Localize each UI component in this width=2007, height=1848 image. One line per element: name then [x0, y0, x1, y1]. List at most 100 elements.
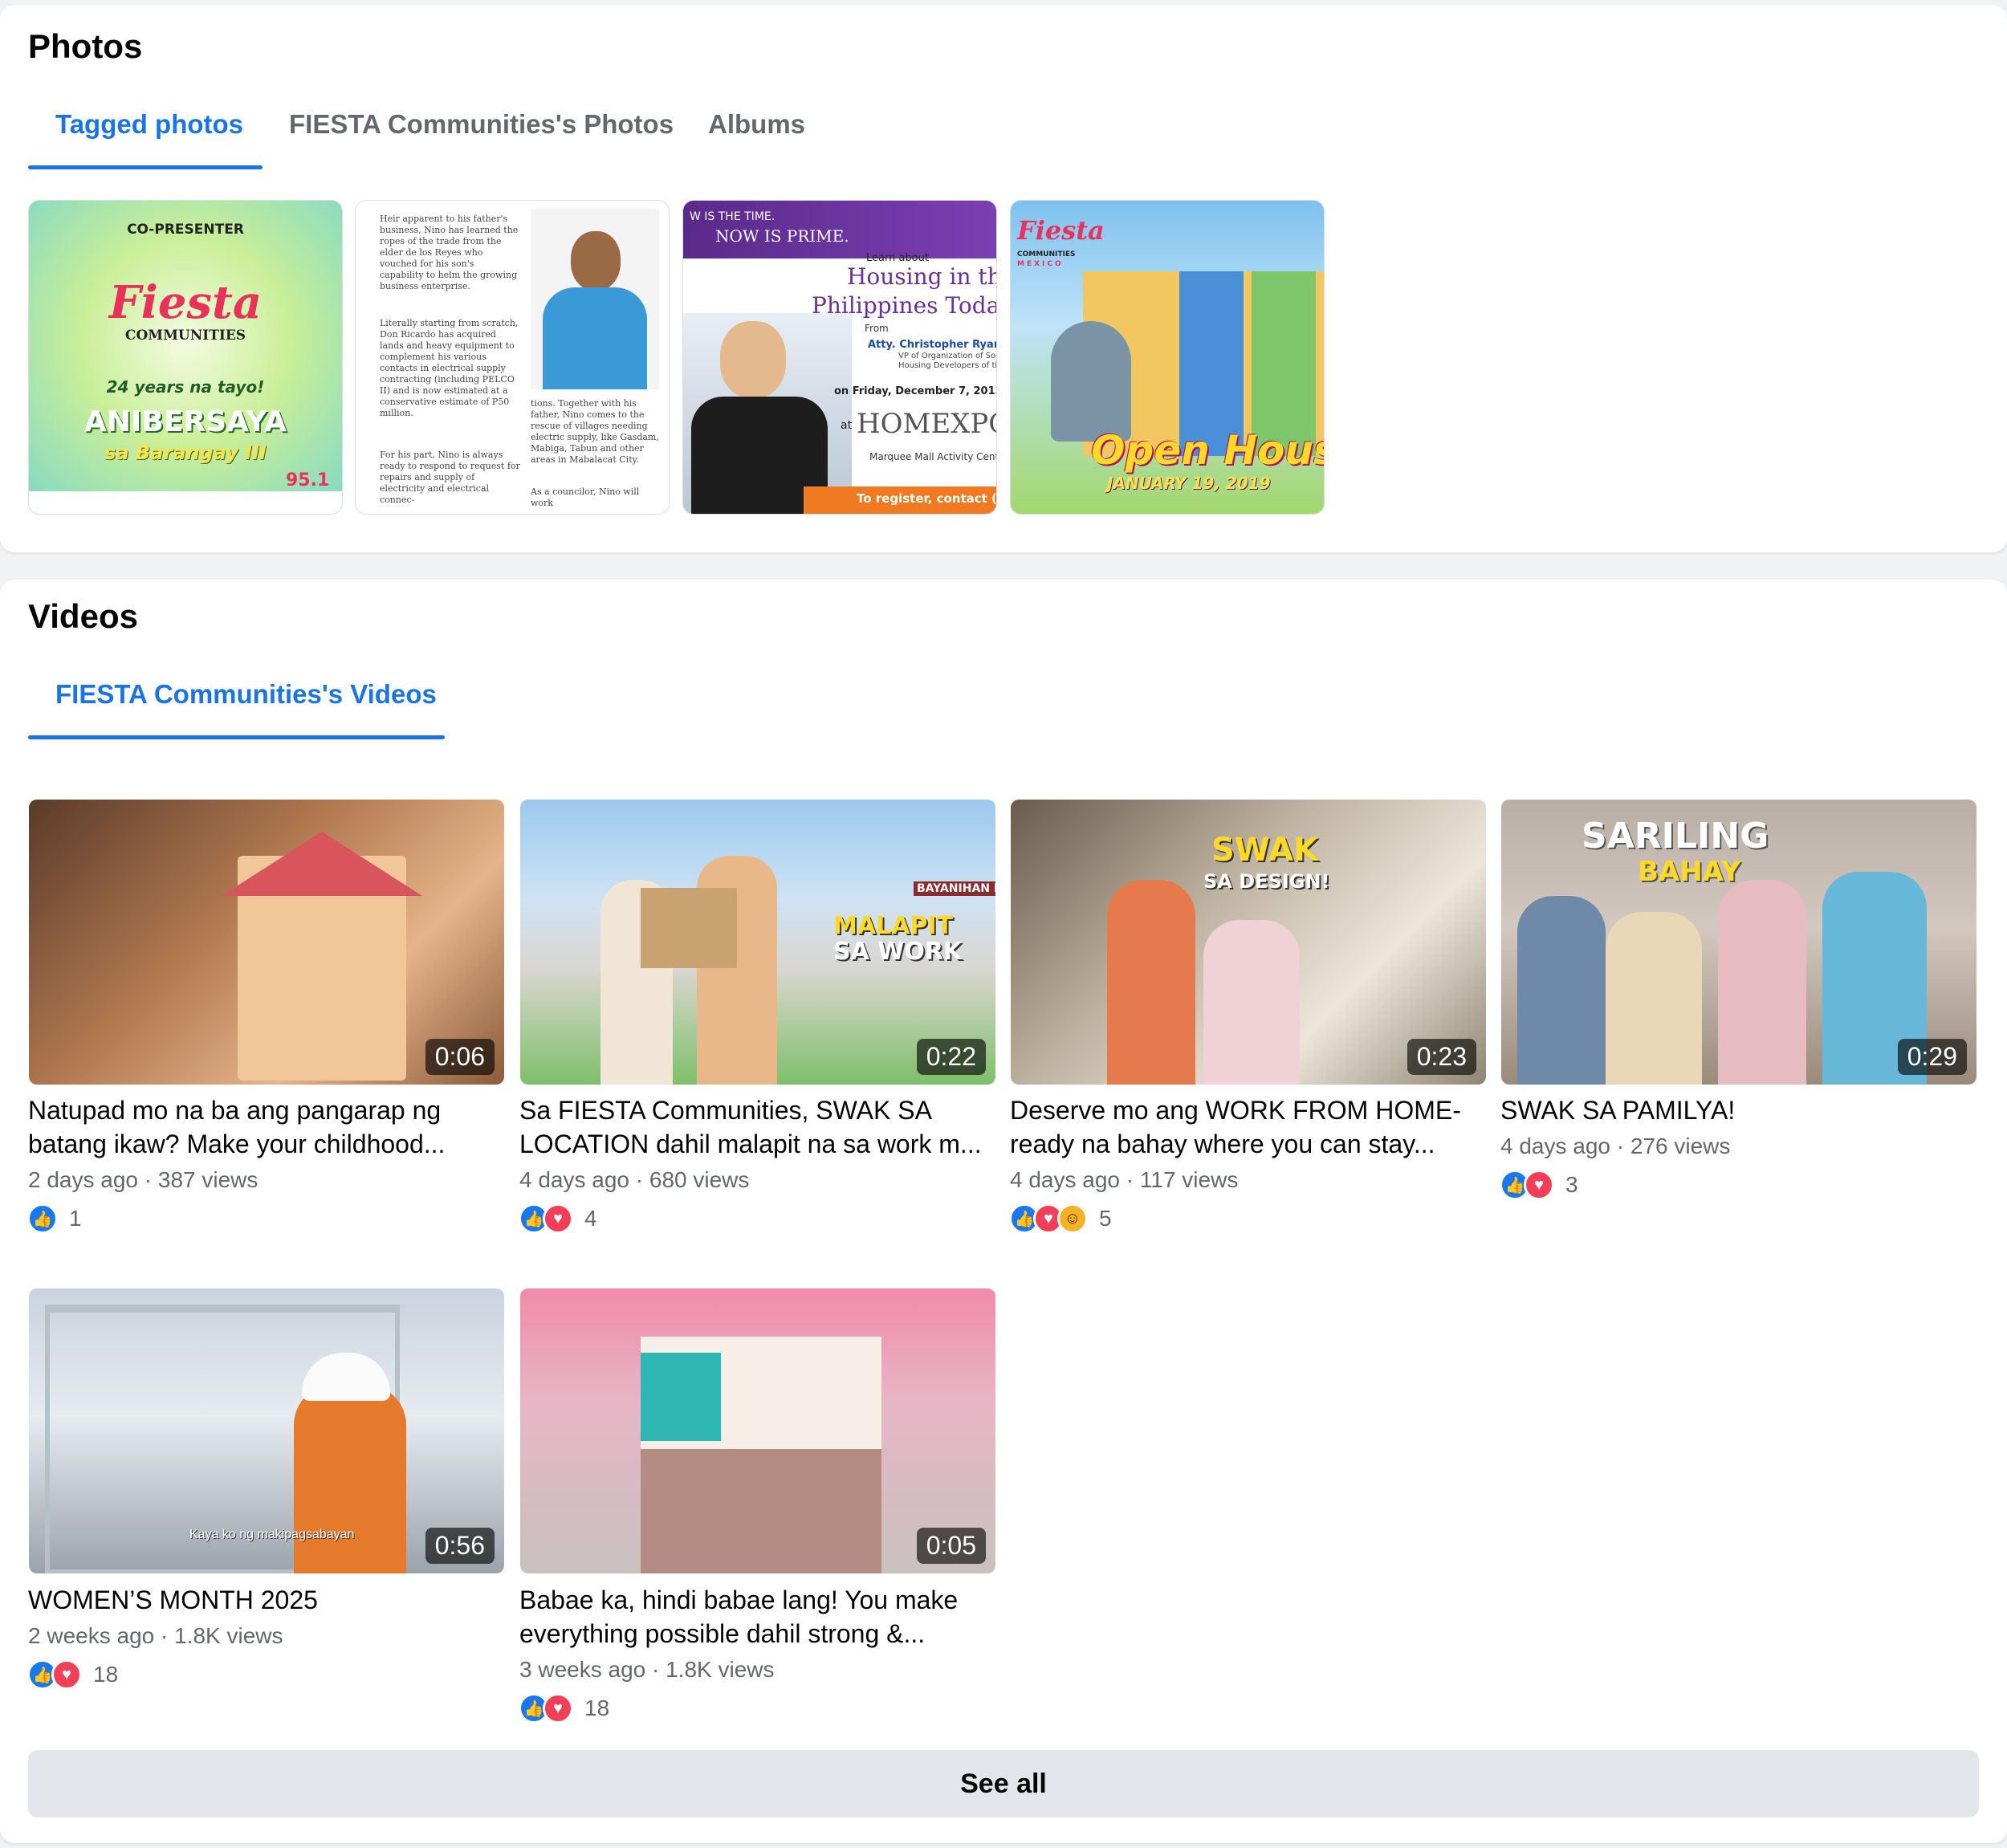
video-title-line: batang ikaw? Make your childhood... [28, 1130, 446, 1158]
photo-tile[interactable]: Heir apparent to his father's business, … [355, 200, 670, 515]
photo-logo-text: Fiesta [1017, 215, 1105, 246]
heart-icon: ♥ [51, 1659, 82, 1690]
photo-text: COMMUNITIES [1017, 250, 1076, 258]
photos-title: Photos [28, 27, 143, 65]
photo-text: 95.1 [286, 470, 330, 490]
reaction-count: 5 [1099, 1206, 1112, 1231]
photo-text: COMMUNITIES [124, 328, 246, 344]
video-title-line: everything possible dahil strong &... [519, 1619, 926, 1648]
person-photo [294, 1385, 406, 1573]
video-age: 4 days ago [1010, 1167, 1120, 1192]
video-title-line: Deserve mo ang WORK FROM HOME- [1010, 1096, 1461, 1125]
photo-article-text: As a councilor, Nino will work [531, 486, 640, 508]
video-age: 2 days ago [28, 1167, 138, 1192]
photo-text: NOW IS PRIME. [715, 226, 849, 246]
tab-fiesta-videos[interactable]: FIESTA Communities's Videos [55, 679, 437, 710]
video-duration: 0:23 [1407, 1039, 1476, 1075]
video-meta: 4 days ago · 680 views [519, 1167, 749, 1193]
video-views: 1.8K views [666, 1657, 775, 1682]
photo-text: JANUARY 19, 2019 [1107, 474, 1271, 493]
thumb-text: BAHAY [1638, 856, 1741, 888]
tab-albums[interactable]: Albums [708, 109, 805, 140]
photo-tile[interactable]: Fiesta COMMUNITIES MEXICO Open House JAN… [1010, 200, 1325, 515]
video-reactions[interactable]: 👍 ♥ 4 [519, 1203, 597, 1235]
photo-text: From [865, 323, 889, 334]
video-thumbnail[interactable]: 0:06 [29, 800, 504, 1085]
thumb-text: SA WORK [833, 938, 963, 966]
video-title[interactable]: Deserve mo ang WORK FROM HOME- ready na … [1010, 1093, 1484, 1161]
photo-text: Housing Developers of the Philipp [898, 361, 996, 370]
photo-text: at [841, 419, 853, 432]
video-duration: 0:29 [1897, 1039, 1967, 1075]
video-title-line: SWAK SA PAMILYA! [1500, 1096, 1736, 1125]
video-title[interactable]: Sa FIESTA Communities, SWAK SA LOCATION … [519, 1093, 993, 1161]
video-title-line: Sa FIESTA Communities, SWAK SA [519, 1096, 932, 1125]
video-duration: 0:05 [916, 1528, 986, 1564]
video-reactions[interactable]: 👍 ♥ 18 [27, 1659, 118, 1691]
video-thumbnail[interactable]: SARILING BAHAY 0:29 [1501, 800, 1976, 1085]
photo-text: Housing in th [847, 263, 997, 290]
photo-text: sa Barangay III [104, 442, 267, 464]
thumb-text: MALAPIT [833, 912, 954, 940]
meta-separator: · [138, 1167, 158, 1192]
thumb-text: BAYANIHAN HALL [914, 881, 995, 896]
photo-text: MEXICO [1017, 260, 1064, 268]
thumbs-up-icon: 👍 [27, 1203, 58, 1234]
video-thumbnail[interactable]: Kaya ko ng makipagsabayan 0:56 [29, 1288, 504, 1573]
person-photo [1051, 321, 1131, 442]
thumb-text: Kaya ko ng makipagsabayan [189, 1528, 355, 1541]
video-title[interactable]: Babae ka, hindi babae lang! You make eve… [519, 1583, 993, 1651]
photo-tile[interactable]: W IS THE TIME. NOW IS PRIME. Learn about… [682, 200, 997, 515]
reaction-count: 18 [584, 1695, 610, 1720]
meta-separator: · [1120, 1167, 1140, 1192]
photo-text: VP of Organization of Social [898, 352, 996, 360]
photo-text: W IS THE TIME. [690, 210, 776, 223]
video-reactions[interactable]: 👍 ♥ ☺ 5 [1009, 1203, 1112, 1235]
video-meta: 2 weeks ago · 1.8K views [28, 1623, 283, 1649]
photo-tile[interactable]: CO-PRESENTER Fiesta COMMUNITIES 24 years… [28, 200, 343, 515]
video-thumbnail[interactable]: 0:05 [520, 1288, 995, 1573]
reaction-count: 4 [584, 1206, 597, 1231]
meta-separator: · [629, 1167, 649, 1192]
video-meta: 2 days ago · 387 views [28, 1167, 258, 1193]
photo-text: HOMEXPO [857, 408, 997, 440]
video-duration: 0:56 [425, 1528, 495, 1564]
video-title[interactable]: Natupad mo na ba ang pangarap ng batang … [28, 1093, 502, 1161]
video-thumbnail[interactable]: SWAK SA DESIGN! 0:23 [1011, 800, 1486, 1085]
photo-text: on Friday, December 7, 2012, 1:30 [834, 385, 996, 397]
video-age: 3 weeks ago [519, 1657, 646, 1682]
photo-text: CO-PRESENTER [127, 222, 244, 238]
tab-tagged-photos[interactable]: Tagged photos [55, 109, 243, 140]
video-title[interactable]: WOMEN’S MONTH 2025 [28, 1583, 502, 1617]
person-photo [1606, 912, 1702, 1085]
video-views: 276 views [1630, 1134, 1731, 1158]
video-reactions[interactable]: 👍 ♥ 3 [1500, 1169, 1578, 1201]
heart-icon: ♥ [543, 1203, 573, 1234]
thumb-text: SA DESIGN! [1203, 870, 1330, 893]
house-shape [641, 1449, 881, 1573]
video-reactions[interactable]: 👍 ♥ 18 [519, 1692, 609, 1724]
person-photo [1107, 880, 1195, 1085]
videos-section: Videos FIESTA Communities's Videos 0:06 … [0, 580, 2007, 1843]
person-photo [531, 209, 659, 389]
video-title-line: Natupad mo na ba ang pangarap ng [28, 1096, 442, 1125]
video-title-line: LOCATION dahil malapit na sa work m... [519, 1130, 982, 1158]
person-photo [1718, 880, 1806, 1085]
video-views: 387 views [157, 1167, 259, 1192]
video-age: 4 days ago [1500, 1134, 1610, 1158]
video-duration: 0:22 [916, 1039, 986, 1075]
photo-text: Philippines Toda [812, 292, 997, 319]
person-photo [683, 313, 852, 514]
see-all-button[interactable]: See all [28, 1750, 1979, 1817]
meta-separator: · [154, 1623, 175, 1648]
video-meta: 3 weeks ago · 1.8K views [519, 1657, 775, 1683]
video-thumbnail[interactable]: BAYANIHAN HALL MALAPIT SA WORK 0:22 [520, 800, 995, 1085]
video-reactions[interactable]: 👍 1 [27, 1203, 82, 1235]
reaction-count: 18 [93, 1662, 119, 1687]
video-title-line: Babae ka, hindi babae lang! You make [519, 1585, 959, 1614]
video-title[interactable]: SWAK SA PAMILYA! [1500, 1093, 1974, 1127]
person-photo [1203, 920, 1300, 1085]
thumb-text: SWAK [1211, 832, 1319, 869]
video-title-line: ready na bahay where you can stay... [1010, 1130, 1435, 1158]
tab-fiesta-photos[interactable]: FIESTA Communities's Photos [289, 109, 674, 140]
